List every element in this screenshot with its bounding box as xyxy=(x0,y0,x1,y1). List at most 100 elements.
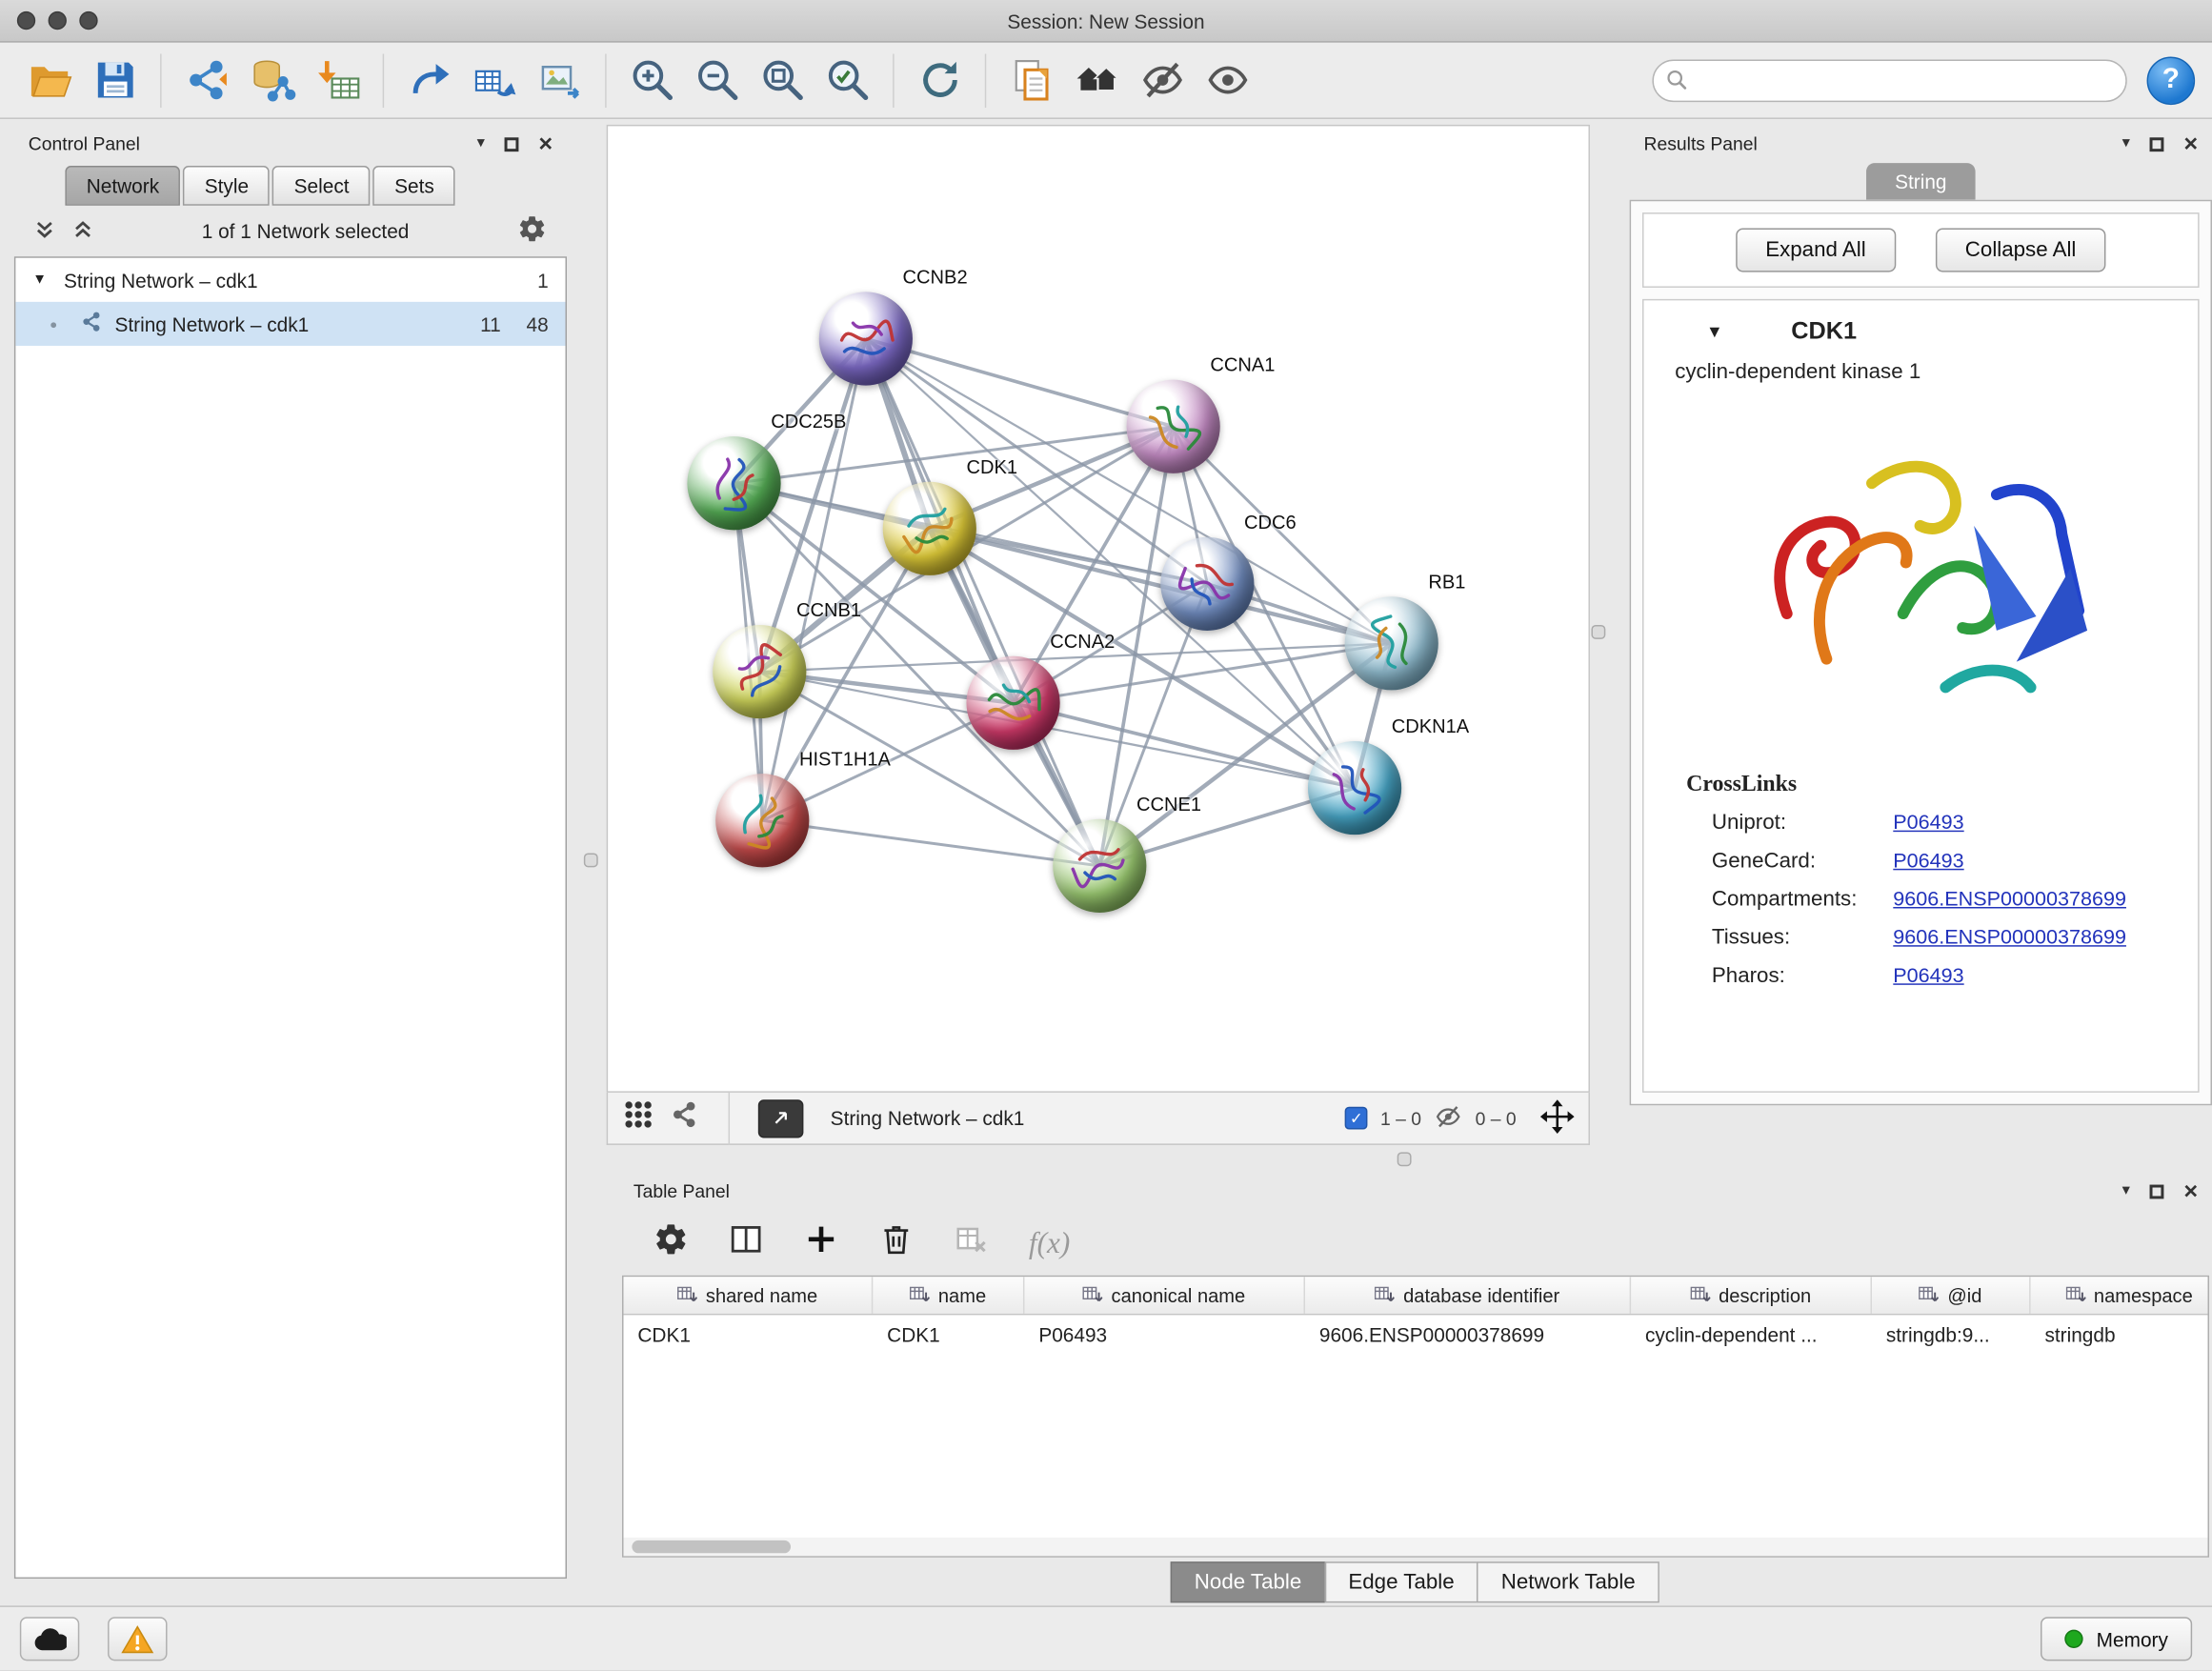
network-node-ccnb1[interactable] xyxy=(713,625,806,718)
network-node-ccna1[interactable] xyxy=(1127,380,1220,473)
scrollbar-thumb[interactable] xyxy=(632,1540,791,1553)
search-input[interactable] xyxy=(1652,59,2126,102)
table-cell[interactable]: CDK1 xyxy=(624,1323,874,1346)
collapse-all-button[interactable]: Collapse All xyxy=(1936,228,2106,272)
tree-expand-icon[interactable]: ▼ xyxy=(32,272,52,288)
crosslink-link[interactable]: P06493 xyxy=(1893,812,2198,835)
hide-selected-button[interactable] xyxy=(1130,48,1195,112)
column-header[interactable]: namespace xyxy=(2031,1277,2209,1314)
tab-network-table[interactable]: Network Table xyxy=(1477,1560,1659,1601)
expand-all-button[interactable]: Expand All xyxy=(1736,228,1896,272)
tab-select[interactable]: Select xyxy=(272,166,371,206)
network-node-cdkn1a[interactable] xyxy=(1308,741,1401,835)
zoom-selected-button[interactable] xyxy=(814,48,879,112)
help-button[interactable]: ? xyxy=(2147,56,2196,105)
network-canvas[interactable]: CCNB2CCNA1CDC25BCDK1CDC6RB1CCNB1CCNA2CDK… xyxy=(607,125,1590,1093)
gene-section-header[interactable]: ▼ CDK1 xyxy=(1644,300,2199,357)
add-column-icon[interactable] xyxy=(803,1221,838,1264)
maximize-window-button[interactable] xyxy=(79,11,97,30)
show-columns-icon[interactable] xyxy=(729,1221,764,1264)
horizontal-scrollbar[interactable] xyxy=(624,1538,2208,1556)
panel-float-icon[interactable] xyxy=(2150,137,2164,151)
export-image-button[interactable] xyxy=(527,48,592,112)
network-options-gear-icon[interactable] xyxy=(517,214,547,249)
column-header[interactable]: database identifier xyxy=(1305,1277,1631,1314)
open-session-button[interactable] xyxy=(17,48,82,112)
panel-close-icon[interactable]: × xyxy=(538,131,553,155)
table-row[interactable]: CDK1 CDK1 P06493 9606.ENSP00000378699 cy… xyxy=(624,1315,2208,1353)
import-network-from-file-button[interactable] xyxy=(174,48,239,112)
crosslink-link[interactable]: P06493 xyxy=(1893,850,2198,873)
panel-close-icon[interactable]: × xyxy=(2183,131,2198,155)
crosslink-link[interactable]: 9606.ENSP00000378699 xyxy=(1893,926,2198,949)
table-cell[interactable]: 9606.ENSP00000378699 xyxy=(1305,1323,1631,1346)
zoom-in-button[interactable] xyxy=(619,48,684,112)
network-node-cdc25b[interactable] xyxy=(687,436,780,530)
pan-crosshair-icon[interactable] xyxy=(1540,1099,1575,1137)
save-session-button[interactable] xyxy=(82,48,147,112)
panel-float-icon[interactable] xyxy=(505,137,519,151)
splitter-handle[interactable] xyxy=(584,853,598,867)
table-cell[interactable]: P06493 xyxy=(1024,1323,1305,1346)
panel-close-icon[interactable]: × xyxy=(2183,1179,2198,1203)
network-node-cdk1[interactable] xyxy=(883,482,976,575)
network-node-ccne1[interactable] xyxy=(1053,819,1146,913)
delete-column-trash-icon[interactable] xyxy=(878,1221,914,1264)
column-header[interactable]: shared name xyxy=(624,1277,874,1314)
tab-network[interactable]: Network xyxy=(65,166,180,206)
network-row[interactable]: ● String Network – cdk1 11 48 xyxy=(15,302,565,346)
tab-edge-table[interactable]: Edge Table xyxy=(1324,1560,1478,1601)
panel-float-icon[interactable] xyxy=(2150,1184,2164,1198)
birds-eye-view-icon[interactable] xyxy=(622,1098,654,1138)
table-cell[interactable]: stringdb:9... xyxy=(1872,1323,2031,1346)
network-node-cdc6[interactable] xyxy=(1160,537,1254,631)
refresh-button[interactable] xyxy=(907,48,972,112)
network-collection-row[interactable]: ▼ String Network – cdk1 1 xyxy=(15,258,565,302)
network-node-ccnb2[interactable] xyxy=(819,292,913,385)
new-network-button[interactable] xyxy=(397,48,462,112)
tab-style[interactable]: Style xyxy=(183,166,270,206)
panel-menu-icon[interactable]: ▾ xyxy=(477,136,485,151)
zoom-out-button[interactable] xyxy=(684,48,749,112)
expand-all-networks-icon[interactable] xyxy=(34,219,55,243)
close-window-button[interactable] xyxy=(17,11,35,30)
warnings-button[interactable] xyxy=(108,1617,167,1661)
section-collapse-icon[interactable]: ▼ xyxy=(1706,322,1791,342)
import-network-from-database-button[interactable] xyxy=(239,48,304,112)
tab-sets[interactable]: Sets xyxy=(373,166,455,206)
copy-document-button[interactable] xyxy=(999,48,1064,112)
panel-menu-icon[interactable]: ▾ xyxy=(2122,136,2130,151)
column-header[interactable]: canonical name xyxy=(1024,1277,1305,1314)
crosslink-link[interactable]: P06493 xyxy=(1893,964,2198,987)
collapse-all-networks-icon[interactable] xyxy=(72,219,93,243)
column-header[interactable]: @id xyxy=(1872,1277,2031,1314)
tab-string[interactable]: String xyxy=(1866,163,1975,200)
column-header[interactable]: description xyxy=(1631,1277,1872,1314)
splitter-handle[interactable] xyxy=(1591,625,1605,639)
open-in-new-window-button[interactable] xyxy=(758,1099,804,1137)
network-share-icon[interactable] xyxy=(671,1099,700,1137)
crosslinks-heading: CrossLinks xyxy=(1644,758,2199,804)
network-node-hist1h1a[interactable] xyxy=(715,774,809,867)
splitter-handle[interactable] xyxy=(1398,1152,1412,1166)
network-node-ccna2[interactable] xyxy=(966,656,1059,750)
crosslink-link[interactable]: 9606.ENSP00000378699 xyxy=(1893,888,2198,911)
show-all-button[interactable] xyxy=(1195,48,1259,112)
table-cell[interactable]: stringdb xyxy=(2031,1323,2209,1346)
minimize-window-button[interactable] xyxy=(49,11,67,30)
selected-checkbox-icon[interactable]: ✓ xyxy=(1345,1107,1368,1130)
column-header[interactable]: name xyxy=(873,1277,1024,1314)
column-sort-icon xyxy=(1375,1286,1395,1304)
cloud-status-button[interactable] xyxy=(20,1617,79,1661)
zoom-fit-button[interactable] xyxy=(750,48,814,112)
tab-node-table[interactable]: Node Table xyxy=(1171,1560,1326,1601)
table-cell[interactable]: cyclin-dependent ... xyxy=(1631,1323,1872,1346)
import-table-from-file-button[interactable] xyxy=(305,48,370,112)
table-cell[interactable]: CDK1 xyxy=(873,1323,1024,1346)
memory-button[interactable]: Memory xyxy=(2041,1617,2193,1661)
table-settings-gear-icon[interactable] xyxy=(654,1221,689,1264)
panel-menu-icon[interactable]: ▾ xyxy=(2122,1183,2130,1198)
export-table-button[interactable] xyxy=(462,48,527,112)
network-node-rb1[interactable] xyxy=(1345,596,1438,690)
first-neighbors-button[interactable] xyxy=(1064,48,1129,112)
